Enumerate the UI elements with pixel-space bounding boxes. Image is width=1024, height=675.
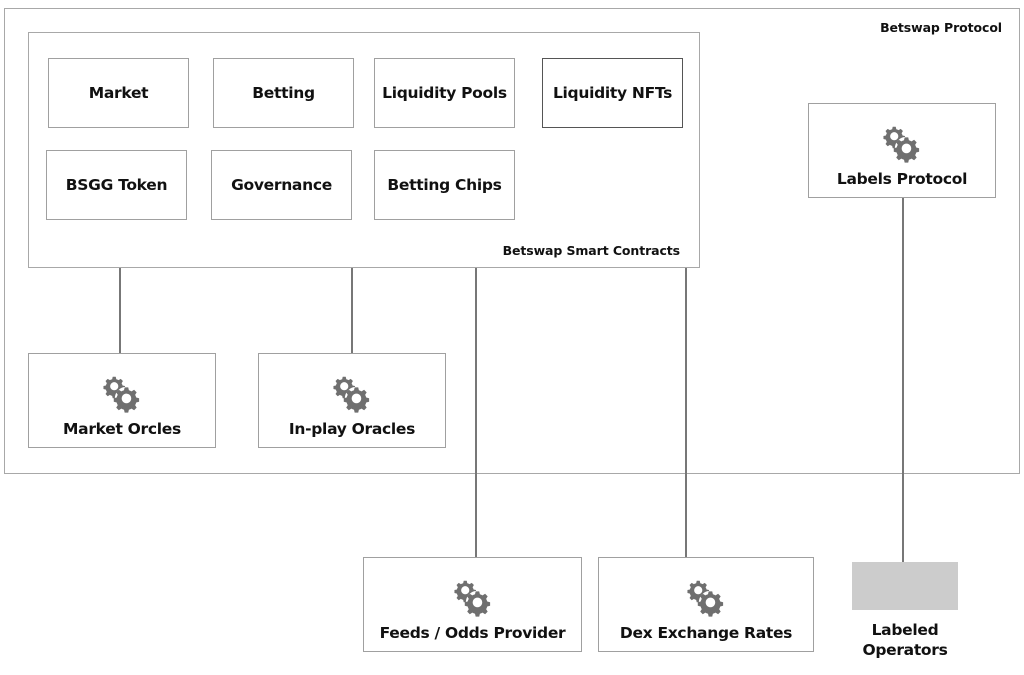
connector-feeds <box>475 268 477 558</box>
market-oracles-label: Market Orcles <box>63 420 181 438</box>
dex-exchange-rates-box[interactable]: Dex Exchange Rates <box>598 557 814 652</box>
gears-icon <box>102 374 142 414</box>
labeled-operators-line1: Labeled <box>871 621 939 639</box>
gears-icon <box>453 578 493 618</box>
inplay-oracles-box[interactable]: In-play Oracles <box>258 353 446 448</box>
smart-contracts-label: Betswap Smart Contracts <box>502 243 681 258</box>
connector-market-oracles <box>119 268 121 354</box>
module-market[interactable]: Market <box>48 58 189 128</box>
inplay-oracles-label: In-play Oracles <box>288 420 416 438</box>
labeled-operators-block[interactable] <box>852 562 958 610</box>
labels-protocol-label: Labels Protocol <box>836 170 968 188</box>
module-betting[interactable]: Betting <box>213 58 354 128</box>
feeds-odds-provider-label: Feeds / Odds Provider <box>379 624 566 642</box>
connector-labels-operators <box>902 197 904 563</box>
dex-exchange-rates-label: Dex Exchange Rates <box>619 624 793 642</box>
connector-inplay-oracles <box>351 268 353 354</box>
labels-protocol-box[interactable]: Labels Protocol <box>808 103 996 198</box>
labeled-operators-line2: Operators <box>862 641 948 659</box>
module-liquidity-nfts[interactable]: Liquidity NFTs <box>542 58 683 128</box>
gears-icon <box>882 124 922 164</box>
module-bsgg-token[interactable]: BSGG Token <box>46 150 187 220</box>
gears-icon <box>686 578 726 618</box>
labeled-operators-label: Labeled Operators <box>834 620 976 660</box>
feeds-odds-provider-box[interactable]: Feeds / Odds Provider <box>363 557 582 652</box>
connector-dex <box>685 268 687 558</box>
module-betting-chips[interactable]: Betting Chips <box>374 150 515 220</box>
gears-icon <box>332 374 372 414</box>
module-liquidity-pools[interactable]: Liquidity Pools <box>374 58 515 128</box>
market-oracles-box[interactable]: Market Orcles <box>28 353 216 448</box>
module-governance[interactable]: Governance <box>211 150 352 220</box>
betswap-protocol-label: Betswap Protocol <box>880 20 1002 35</box>
